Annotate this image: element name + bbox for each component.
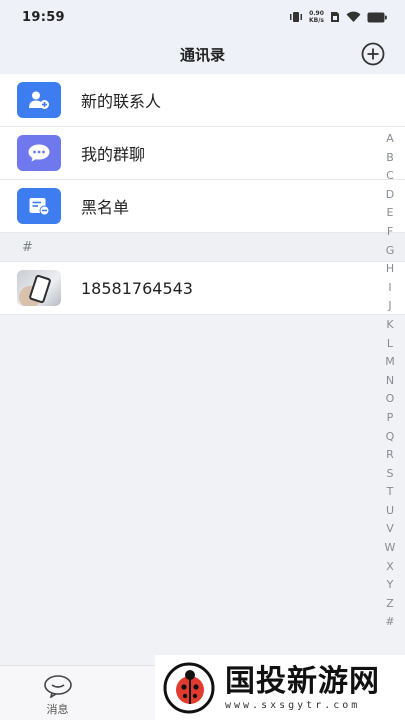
contact-row[interactable]: 18581764543 <box>0 262 405 315</box>
watermark-title: 国投新游网 <box>225 664 380 699</box>
index-letter[interactable]: D <box>386 186 394 205</box>
wifi-icon <box>346 8 361 27</box>
net-speed-value: 0.90 <box>309 10 324 17</box>
plus-circle-icon <box>361 42 385 66</box>
index-letter[interactable]: M <box>385 353 395 372</box>
watermark: 国投新游网 www.sxsgytr.com <box>155 655 405 720</box>
index-letter[interactable]: A <box>386 130 394 149</box>
page-title: 通讯录 <box>179 45 225 64</box>
index-letter[interactable]: L <box>387 335 393 354</box>
index-letter[interactable]: B <box>386 149 394 168</box>
index-letter[interactable]: W <box>385 539 396 558</box>
message-icon <box>43 675 72 698</box>
vibrate-icon <box>289 8 303 27</box>
index-letter[interactable]: Y <box>387 576 394 595</box>
index-letter[interactable]: F <box>387 223 393 242</box>
menu-blocklist-label: 黑名单 <box>81 198 130 217</box>
index-letter[interactable]: V <box>386 520 394 539</box>
index-letter[interactable]: Q <box>386 428 395 447</box>
status-bar: 19:59 0.90 KB/s <box>0 0 405 34</box>
menu-group-chats[interactable]: 我的群聊 <box>0 127 405 180</box>
battery-icon <box>367 8 387 27</box>
section-header-hash: # <box>0 233 405 262</box>
alphabet-index[interactable]: A B C D E F G H I J K L M N O P Q R S T … <box>383 130 397 632</box>
menu-blocklist[interactable]: 黑名单 <box>0 180 405 233</box>
index-letter[interactable]: H <box>386 260 394 279</box>
net-speed: 0.90 KB/s <box>309 10 324 24</box>
avatar <box>17 270 61 306</box>
index-letter[interactable]: X <box>386 558 394 577</box>
menu-new-contacts[interactable]: 新的联系人 <box>0 74 405 127</box>
add-contact-icon <box>17 82 61 118</box>
status-icons: 0.90 KB/s <box>289 8 387 27</box>
app-header: 通讯录 <box>0 34 405 74</box>
index-letter[interactable]: C <box>386 167 394 186</box>
index-letter[interactable]: O <box>386 390 395 409</box>
tab-messages-label: 消息 <box>46 703 69 716</box>
index-letter[interactable]: I <box>388 279 391 298</box>
blocklist-card-icon <box>17 188 61 224</box>
index-letter[interactable]: # <box>385 613 394 632</box>
index-letter[interactable]: T <box>387 483 394 502</box>
ladybug-logo-icon <box>163 662 215 713</box>
index-letter[interactable]: K <box>386 316 393 335</box>
index-letter[interactable]: S <box>387 465 394 484</box>
tab-messages[interactable]: 消息 <box>0 666 115 720</box>
add-button[interactable] <box>360 41 386 67</box>
status-time: 19:59 <box>22 9 65 25</box>
index-letter[interactable]: N <box>386 372 394 391</box>
index-letter[interactable]: R <box>386 446 394 465</box>
index-letter[interactable]: G <box>386 242 395 261</box>
contact-name: 18581764543 <box>81 278 193 298</box>
watermark-url: www.sxsgytr.com <box>225 700 361 711</box>
chat-bubble-icon <box>17 135 61 171</box>
net-speed-unit: KB/s <box>309 17 324 24</box>
sim-card-icon <box>330 8 340 27</box>
index-letter[interactable]: J <box>388 297 391 316</box>
index-letter[interactable]: E <box>387 204 394 223</box>
menu-new-contacts-label: 新的联系人 <box>81 92 162 111</box>
index-letter[interactable]: Z <box>386 595 394 614</box>
index-letter[interactable]: P <box>387 409 394 428</box>
contacts-list: 新的联系人 我的群聊 黑名单 # 18581764543 <box>0 74 405 315</box>
index-letter[interactable]: U <box>386 502 394 521</box>
menu-group-chats-label: 我的群聊 <box>81 145 146 164</box>
